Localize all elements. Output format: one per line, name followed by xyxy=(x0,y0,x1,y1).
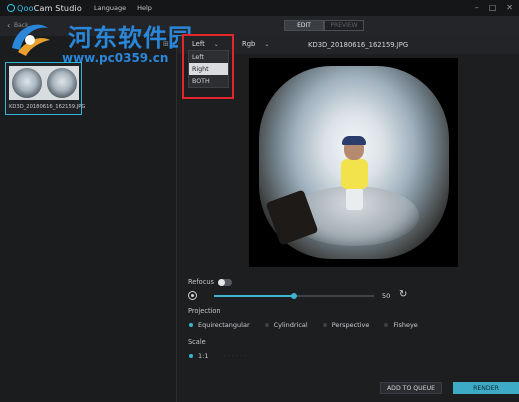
logo-suffix: Cam Studio xyxy=(33,3,82,13)
app-logo: QooCam Studio xyxy=(7,4,82,13)
menu-help[interactable]: Help xyxy=(137,4,152,12)
projection-fisheye[interactable]: Fisheye xyxy=(384,321,418,329)
current-filename: KD3D_20180616_162159.JPG xyxy=(308,41,409,49)
qoocam-studio-window: QooCam Studio Language Help – □ ✕ ‹ Back… xyxy=(0,0,519,402)
toggle-knob xyxy=(218,279,225,286)
add-to-queue-button[interactable]: ADD TO QUEUE xyxy=(380,382,442,394)
menu-bar: Language Help xyxy=(94,4,152,12)
reset-icon[interactable]: ↻ xyxy=(399,289,407,300)
slider-value: 50 xyxy=(382,292,391,300)
refocus-toggle[interactable] xyxy=(218,279,232,286)
radio-dot xyxy=(322,323,327,327)
slider-fill xyxy=(214,295,294,297)
radio-dot xyxy=(384,323,389,327)
projection-equirectangular[interactable]: Equirectangular xyxy=(189,321,250,329)
color-mode-value: Rgb xyxy=(242,40,256,48)
scale-label: Scale xyxy=(188,338,206,346)
annotation-highlight-box xyxy=(182,34,234,99)
radio-dot xyxy=(189,354,193,358)
library-thumbnail[interactable]: KD3D_20180616_162159.JPG xyxy=(5,62,86,115)
chevron-down-icon: ⌄ xyxy=(264,40,270,48)
watermark-url: www.pc0359.cn xyxy=(62,51,169,65)
slider-handle[interactable] xyxy=(291,293,297,299)
left-lens-preview xyxy=(11,68,42,98)
tab-preview[interactable]: PREVIEW xyxy=(324,20,364,31)
target-icon[interactable] xyxy=(188,291,197,300)
refocus-slider[interactable] xyxy=(214,293,374,299)
refocus-label: Refocus xyxy=(188,278,214,286)
image-preview[interactable] xyxy=(249,58,458,267)
logo-prefix: Qoo xyxy=(17,3,34,13)
projection-label: Projection xyxy=(188,307,221,315)
watermark-logo-icon xyxy=(12,24,50,56)
scale-1-1[interactable]: 1:1 xyxy=(189,352,208,360)
maximize-icon[interactable]: □ xyxy=(489,3,497,12)
projection-options: Equirectangular Cylindrical Perspective … xyxy=(189,321,433,329)
radio-dot xyxy=(264,323,269,327)
qoocam-logo-icon xyxy=(7,4,15,12)
mode-tabs: EDIT PREVIEW xyxy=(284,20,364,31)
photo-child-legs xyxy=(346,188,363,210)
close-icon[interactable]: ✕ xyxy=(506,3,513,12)
photo-child-body xyxy=(341,159,368,189)
watermark-title: 河东软件园 xyxy=(68,24,193,52)
window-controls: – □ ✕ xyxy=(475,3,513,12)
tab-edit[interactable]: EDIT xyxy=(284,20,324,31)
right-lens-preview xyxy=(46,68,77,98)
menu-language[interactable]: Language xyxy=(94,4,126,12)
color-mode-select[interactable]: Rgb ⌄ xyxy=(242,40,269,48)
render-button[interactable]: RENDER xyxy=(453,382,519,394)
thumbnail-image xyxy=(9,66,79,100)
minimize-icon[interactable]: – xyxy=(475,3,479,12)
thumbnail-filename: KD3D_20180616_162159.JPG xyxy=(9,104,86,110)
scale-other-options[interactable]: · · · · · · xyxy=(223,352,246,360)
scale-options: 1:1 · · · · · · xyxy=(189,352,246,360)
radio-dot xyxy=(189,323,193,327)
media-library-panel: ⊞ KD3D_20180616_162159.JPG xyxy=(0,36,177,402)
projection-cylindrical[interactable]: Cylindrical xyxy=(264,321,308,329)
photo-child-cap xyxy=(342,136,366,145)
projection-perspective[interactable]: Perspective xyxy=(322,321,369,329)
